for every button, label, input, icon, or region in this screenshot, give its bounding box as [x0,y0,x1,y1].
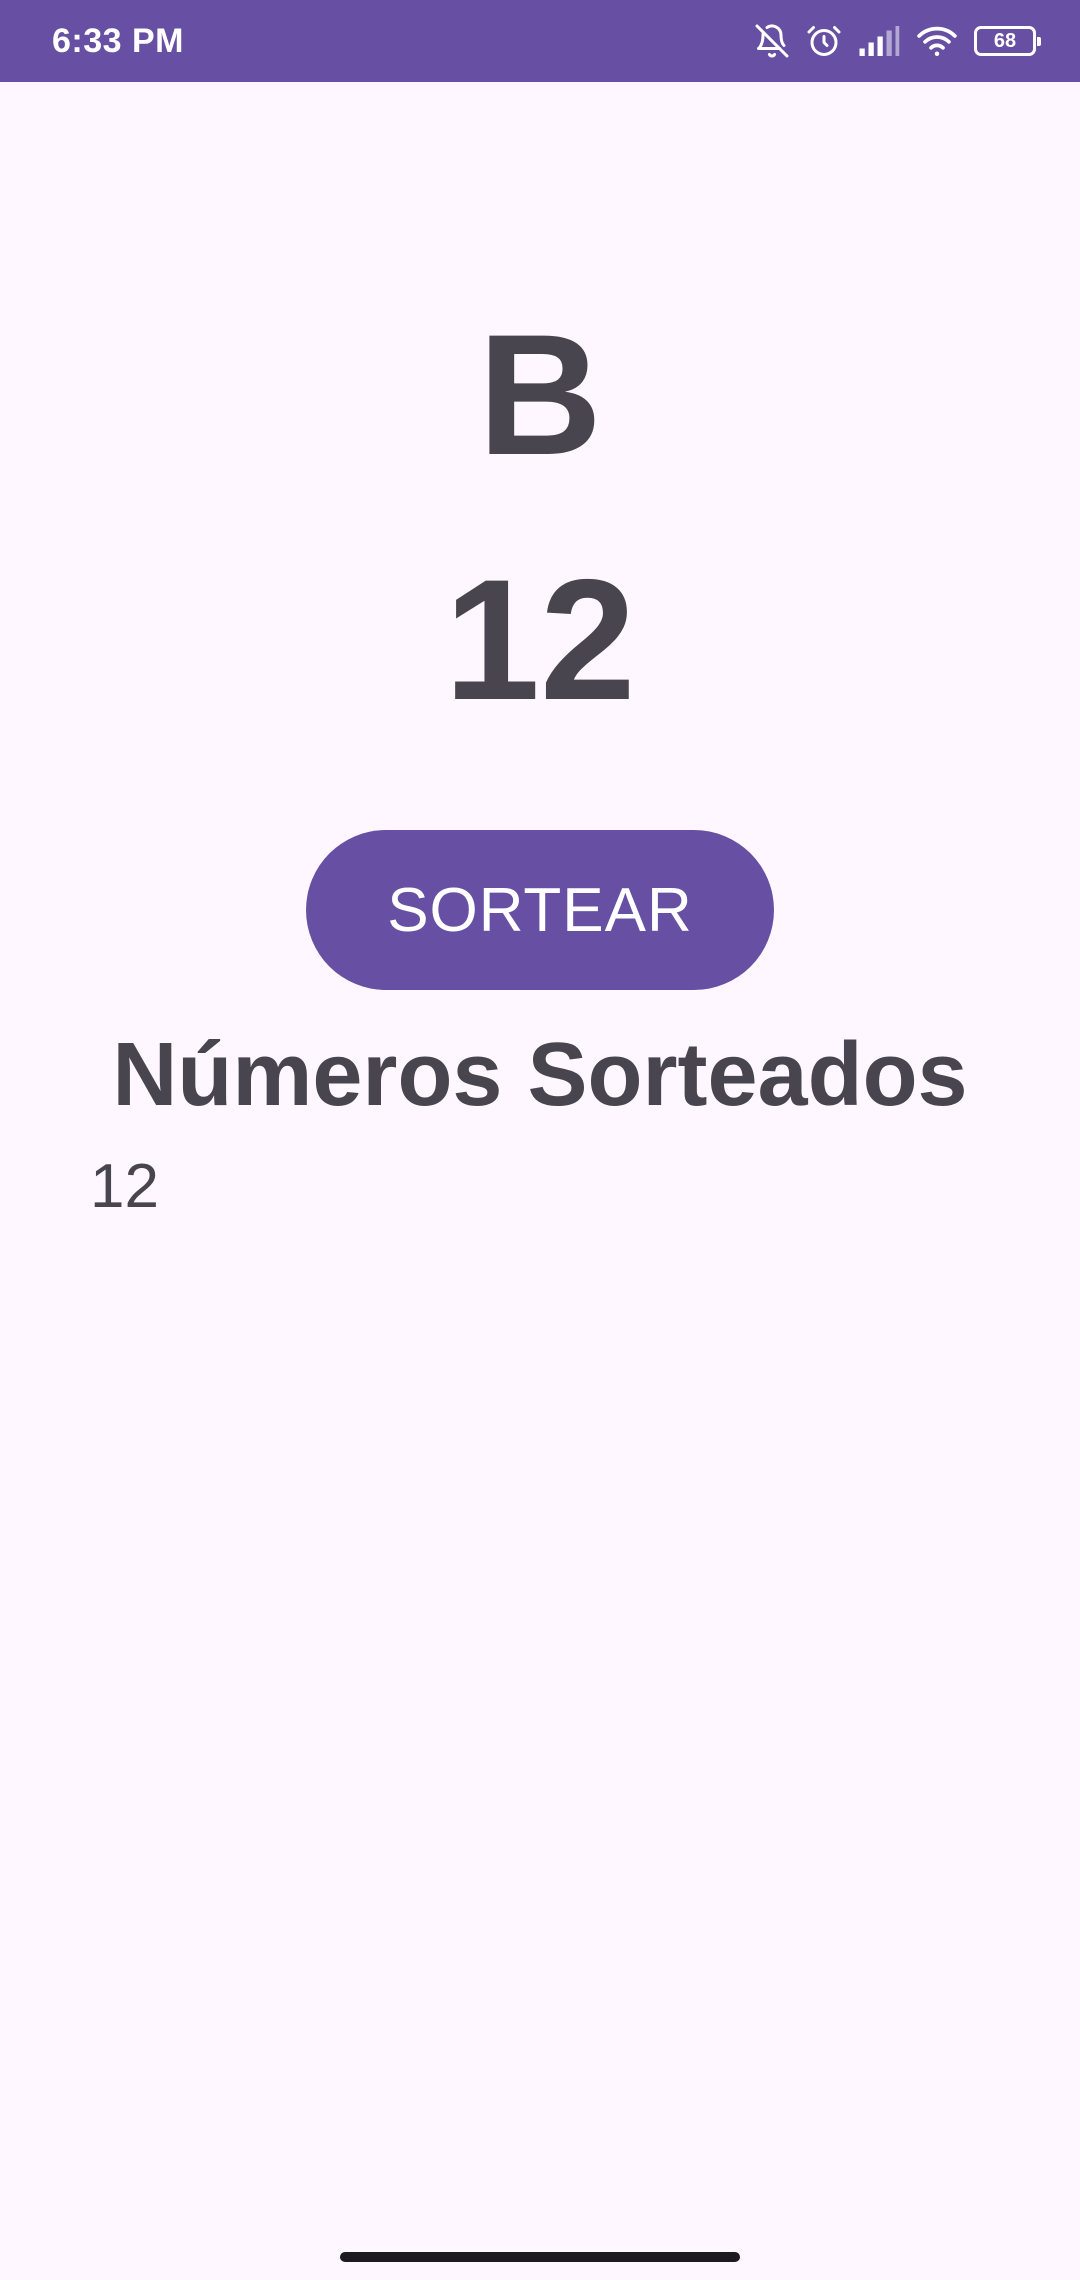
bell-off-icon [754,23,790,59]
drawn-numbers-list: 12 [90,1150,159,1224]
drawn-letter: B [477,299,603,491]
navigation-handle[interactable] [340,2252,740,2262]
drawn-number: 12 [444,544,636,736]
wifi-icon [916,24,958,58]
status-bar: 6:33 PM 68 [0,0,1080,82]
draw-button[interactable]: SORTEAR [306,830,774,990]
battery-icon: 68 [974,26,1041,56]
signal-icon [858,26,900,56]
drawn-number-item: 12 [90,1152,159,1221]
drawn-numbers-title: Números Sorteados [112,1025,968,1125]
alarm-icon [806,23,842,59]
status-time: 6:33 PM [52,22,184,60]
status-icons: 68 [754,18,1041,64]
